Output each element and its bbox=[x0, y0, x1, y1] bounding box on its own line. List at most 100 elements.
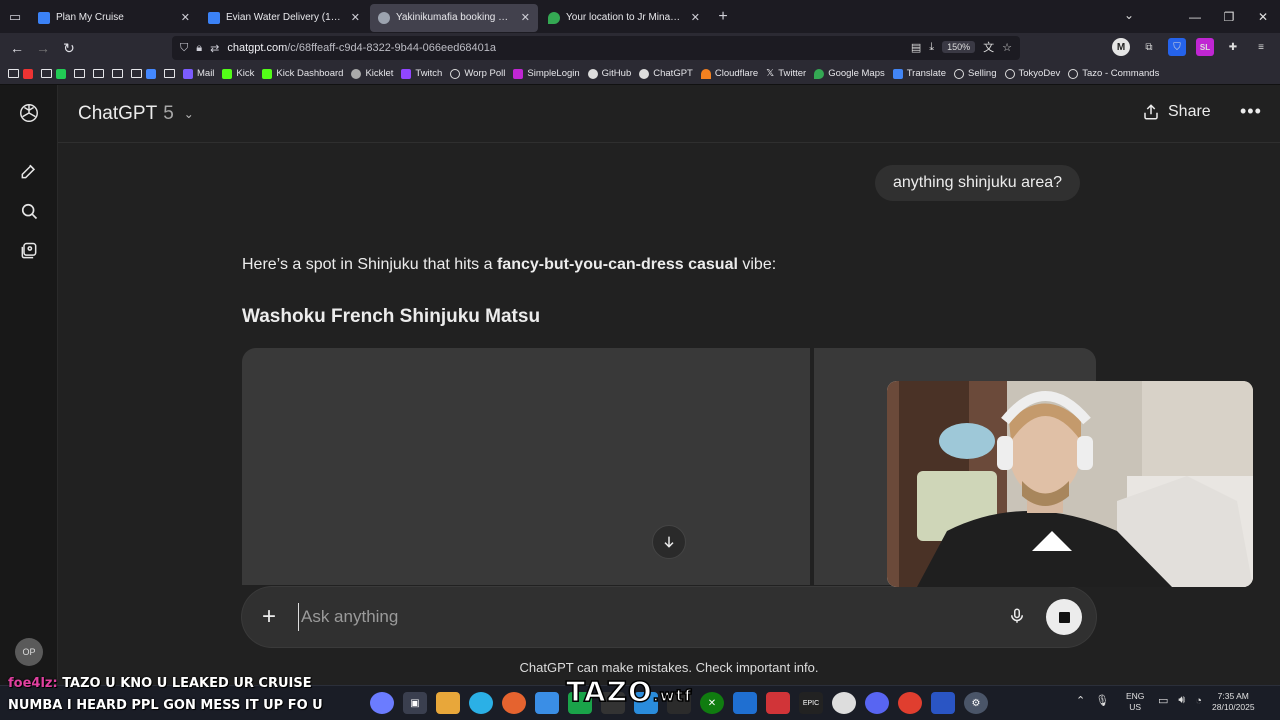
forward-icon[interactable]: → bbox=[30, 40, 56, 56]
more-options-icon[interactable]: ••• bbox=[1240, 101, 1262, 122]
bookmark-folder[interactable] bbox=[131, 68, 156, 79]
browser-tab[interactable]: Your location to Jr Minami Shinj ✕ bbox=[540, 4, 708, 32]
close-tab-icon[interactable]: ✕ bbox=[691, 11, 700, 24]
new-tab-button[interactable]: + bbox=[710, 8, 736, 26]
bookmark-kicklet[interactable]: Kicklet bbox=[351, 68, 393, 79]
clock[interactable]: 7:35 AM 28/10/2025 bbox=[1212, 691, 1255, 713]
bookmark-worp-poll[interactable]: Worp Poll bbox=[450, 68, 505, 79]
task-view-icon[interactable]: ▣ bbox=[403, 692, 427, 714]
prompt-input[interactable] bbox=[298, 603, 978, 631]
mail-icon bbox=[183, 68, 193, 79]
app-icon[interactable] bbox=[931, 692, 955, 714]
page-info-icon[interactable]: ⇄ bbox=[210, 42, 219, 55]
app-icon[interactable] bbox=[898, 692, 922, 714]
library-icon[interactable] bbox=[17, 239, 41, 263]
bookmark-translate[interactable]: Translate bbox=[892, 68, 946, 79]
translate-icon[interactable]: 文 bbox=[983, 39, 994, 55]
close-tab-icon[interactable]: ✕ bbox=[521, 11, 530, 24]
search-icon[interactable] bbox=[17, 199, 41, 223]
bookmark-star-icon[interactable]: ☆ bbox=[1002, 41, 1012, 54]
app-icon[interactable] bbox=[766, 692, 790, 714]
menu-icon[interactable]: ≡ bbox=[1252, 38, 1270, 56]
bookmark-google-maps[interactable]: Google Maps bbox=[814, 68, 885, 79]
shield-icon[interactable]: ⛉ bbox=[180, 42, 188, 55]
network-icon[interactable]: ◔ bbox=[1195, 695, 1202, 707]
list-tabs-chevron-icon[interactable]: ⌄ bbox=[1124, 8, 1134, 22]
bookmark-twitch[interactable]: Twitch bbox=[401, 68, 442, 79]
xbox-icon[interactable]: ✕ bbox=[700, 692, 724, 714]
browser-tab-active[interactable]: Yakinikumafia booking member ✕ bbox=[370, 3, 538, 32]
bookmark-cloudflare[interactable]: Cloudflare bbox=[700, 68, 758, 79]
bookmark-folder[interactable] bbox=[93, 69, 104, 78]
stop-generating-button[interactable] bbox=[1046, 599, 1082, 635]
folder-icon bbox=[112, 69, 123, 78]
bookmark-kick[interactable]: Kick bbox=[222, 68, 254, 79]
restore-icon[interactable]: ❐ bbox=[1212, 10, 1246, 24]
chat-message-line: TAZO U KNO U LEAKED UR CRUISE bbox=[62, 676, 312, 691]
window-controls: — ❐ ✕ bbox=[1178, 0, 1280, 33]
lock-icon[interactable]: 🔒︎ bbox=[196, 42, 202, 55]
bookmark-favicon bbox=[23, 68, 33, 79]
share-button[interactable]: Share bbox=[1142, 103, 1211, 121]
settings-icon[interactable]: ⚙ bbox=[964, 692, 988, 714]
copilot-app-icon[interactable] bbox=[469, 692, 493, 714]
model-selector[interactable]: ChatGPT 5 ⌄ bbox=[78, 103, 194, 125]
bookmark-chatgpt[interactable]: ChatGPT bbox=[639, 68, 693, 79]
firefox-icon[interactable] bbox=[502, 692, 526, 714]
date: 28/10/2025 bbox=[1212, 702, 1255, 712]
close-window-icon[interactable]: ✕ bbox=[1246, 10, 1280, 24]
extension-puzzle-icon[interactable]: ⧉ bbox=[1140, 38, 1158, 56]
bookmark-folder[interactable] bbox=[41, 68, 66, 79]
copilot-icon[interactable] bbox=[370, 692, 394, 714]
zoom-level[interactable]: 150% bbox=[942, 41, 976, 53]
sidebar-toggle-icon[interactable]: ▭ bbox=[0, 0, 30, 33]
bookmark-tokyodev[interactable]: TokyoDev bbox=[1004, 68, 1060, 79]
bookmark-twitter[interactable]: 𝕏 Twitter bbox=[766, 68, 806, 79]
bookmark-selling[interactable]: Selling bbox=[953, 68, 997, 79]
bookmark-label: GitHub bbox=[601, 68, 632, 79]
tab-title: Yakinikumafia booking member bbox=[396, 12, 515, 23]
openai-logo-icon[interactable] bbox=[17, 101, 41, 125]
language-indicator[interactable]: ENG US bbox=[1126, 691, 1144, 713]
file-explorer-icon[interactable] bbox=[436, 692, 460, 714]
obs-icon[interactable] bbox=[832, 692, 856, 714]
bookmark-mail[interactable]: Mail bbox=[183, 68, 214, 79]
browser-tab[interactable]: Evian Water Delivery (12 or 24 ✕ bbox=[200, 4, 368, 32]
close-tab-icon[interactable]: ✕ bbox=[181, 11, 190, 24]
epic-games-icon[interactable]: EPIC bbox=[799, 692, 823, 714]
bookmark-folder[interactable] bbox=[112, 69, 123, 78]
reload-icon[interactable]: ↻ bbox=[56, 40, 82, 57]
bookmark-kick-dashboard[interactable]: Kick Dashboard bbox=[262, 68, 343, 79]
back-icon[interactable]: ← bbox=[4, 40, 30, 56]
bookmark-label: SimpleLogin bbox=[527, 68, 580, 79]
add-attachment-button[interactable]: + bbox=[262, 603, 276, 631]
store-icon[interactable] bbox=[535, 692, 559, 714]
close-tab-icon[interactable]: ✕ bbox=[351, 11, 360, 24]
discord-icon[interactable] bbox=[865, 692, 889, 714]
extensions-icon[interactable]: ✚ bbox=[1224, 38, 1242, 56]
extension-m-icon[interactable]: M bbox=[1112, 38, 1130, 56]
microphone-icon[interactable] bbox=[1008, 605, 1026, 632]
save-icon[interactable]: ⤓ bbox=[929, 41, 934, 54]
scroll-to-bottom-button[interactable] bbox=[652, 525, 686, 559]
new-chat-icon[interactable] bbox=[17, 159, 41, 183]
reader-view-icon[interactable]: ▤ bbox=[911, 41, 921, 54]
bookmark-folder[interactable] bbox=[164, 69, 175, 78]
display-icon[interactable]: ▭ bbox=[1158, 694, 1168, 707]
browser-tab[interactable]: Plan My Cruise ✕ bbox=[30, 4, 198, 32]
show-hidden-icons-icon[interactable]: ⌃ bbox=[1076, 694, 1085, 707]
extension-sl-icon[interactable]: SL bbox=[1196, 38, 1214, 56]
bookmark-tazo-commands[interactable]: Tazo - Commands bbox=[1068, 68, 1159, 79]
bookmark-label: Tazo - Commands bbox=[1082, 68, 1160, 79]
url-bar[interactable]: ⛉ 🔒︎ ⇄ chatgpt.com /c/68ffeaff-c9d4-8322… bbox=[172, 36, 1020, 60]
bookmark-github[interactable]: GitHub bbox=[587, 68, 632, 79]
microphone-tray-icon[interactable]: 🎙︎ bbox=[1095, 694, 1109, 707]
app-icon[interactable] bbox=[733, 692, 757, 714]
minimize-icon[interactable]: — bbox=[1178, 10, 1212, 24]
bookmark-folder[interactable] bbox=[8, 68, 33, 79]
volume-icon[interactable]: 🔊︎ bbox=[1178, 694, 1185, 707]
restaurant-image-placeholder[interactable] bbox=[242, 348, 810, 585]
bookmark-simplelogin[interactable]: SimpleLogin bbox=[513, 68, 580, 79]
bitwarden-icon[interactable]: ⛉ bbox=[1168, 38, 1186, 56]
bookmark-folder[interactable] bbox=[74, 69, 85, 78]
